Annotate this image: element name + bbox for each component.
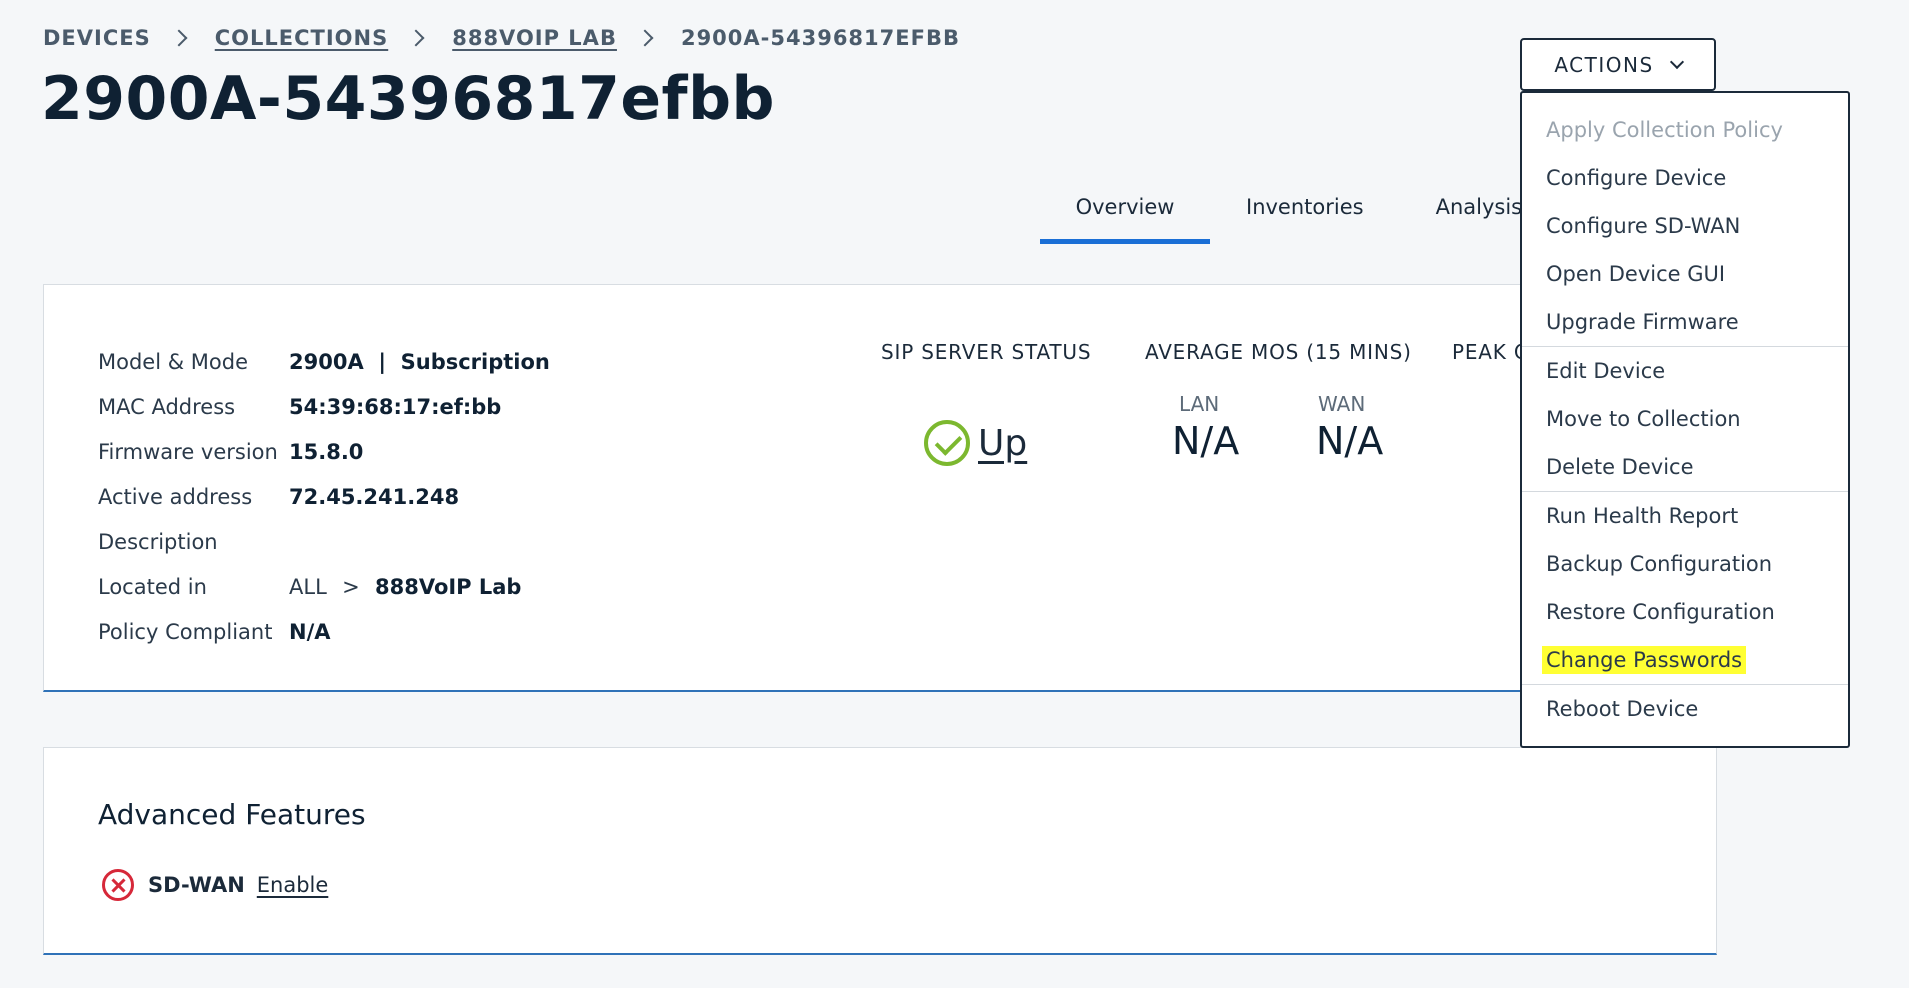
breadcrumb-lab-link[interactable]: 888VOIP LAB (452, 26, 617, 50)
prop-row-firmware: Firmware version 15.8.0 (98, 429, 550, 474)
menu-item-upgrade-firmware[interactable]: Upgrade Firmware (1522, 298, 1848, 346)
actions-button[interactable]: ACTIONS (1520, 38, 1716, 91)
located-value-group: ALL > 888VoIP Lab (289, 575, 521, 599)
menu-item-configure-device[interactable]: Configure Device (1522, 154, 1848, 202)
prop-row-address: Active address 72.45.241.248 (98, 474, 550, 519)
sdwan-enable-link[interactable]: Enable (257, 873, 329, 897)
tab-bar: Overview Inventories Analysis (1040, 188, 1558, 244)
device-properties: Model & Mode 2900A | Subscription MAC Ad… (98, 339, 550, 654)
sip-status: Up (924, 420, 1027, 466)
advanced-features-title: Advanced Features (98, 798, 366, 831)
chevron-down-icon (1669, 54, 1684, 69)
change-passwords-label: Change Passwords (1542, 646, 1747, 674)
located-value: 888VoIP Lab (375, 574, 522, 599)
chevron-right-icon (170, 29, 188, 47)
mos-heading: AVERAGE MOS (15 MINS) (1145, 340, 1412, 364)
menu-item-edit-device[interactable]: Edit Device (1522, 347, 1848, 395)
menu-item-move-to-collection[interactable]: Move to Collection (1522, 395, 1848, 443)
sip-status-heading: SIP SERVER STATUS (881, 340, 1092, 364)
menu-item-open-device-gui[interactable]: Open Device GUI (1522, 250, 1848, 298)
menu-item-reboot-device[interactable]: Reboot Device (1522, 685, 1848, 733)
page-title: 2900A-54396817efbb (41, 64, 776, 134)
model-value: 2900A | Subscription (289, 349, 550, 374)
located-root: ALL (289, 574, 327, 599)
sip-status-link[interactable]: Up (978, 423, 1027, 464)
prop-row-policy: Policy Compliant N/A (98, 609, 550, 654)
sdwan-label: SD-WAN (148, 873, 245, 897)
prop-row-description: Description (98, 519, 550, 564)
menu-group-configure: Apply Collection Policy Configure Device… (1522, 106, 1848, 347)
check-circle-icon (924, 420, 970, 466)
actions-menu: Apply Collection Policy Configure Device… (1520, 91, 1850, 748)
peak-heading: PEAK C (1452, 340, 1529, 364)
menu-item-configure-sdwan[interactable]: Configure SD-WAN (1522, 202, 1848, 250)
breadcrumb: DEVICES COLLECTIONS 888VOIP LAB 2900A-54… (43, 26, 960, 50)
breadcrumb-current: 2900A-54396817EFBB (680, 26, 960, 50)
menu-item-apply-collection-policy: Apply Collection Policy (1546, 118, 1783, 142)
chevron-right-icon (407, 29, 425, 47)
menu-item-backup-configuration[interactable]: Backup Configuration (1522, 540, 1848, 588)
model-label: Model & Mode (98, 349, 248, 374)
sdwan-feature: SD-WAN Enable (102, 869, 328, 901)
located-separator: > (342, 574, 360, 599)
menu-group-manage: Edit Device Move to Collection Delete De… (1522, 347, 1848, 492)
menu-group-power: Reboot Device (1522, 685, 1848, 733)
wan-label: WAN (1318, 392, 1366, 416)
tab-overview[interactable]: Overview (1040, 188, 1210, 244)
menu-group-maintenance: Run Health Report Backup Configuration R… (1522, 492, 1848, 685)
prop-row-mac: MAC Address 54:39:68:17:ef:bb (98, 384, 550, 429)
located-label: Located in (98, 574, 207, 599)
menu-item-delete-device[interactable]: Delete Device (1522, 443, 1848, 491)
breadcrumb-collections-link[interactable]: COLLECTIONS (215, 26, 388, 50)
policy-label: Policy Compliant (98, 619, 273, 644)
x-circle-icon (102, 869, 134, 901)
firmware-value: 15.8.0 (289, 439, 364, 464)
address-label: Active address (98, 484, 253, 509)
breadcrumb-devices: DEVICES (43, 26, 151, 50)
menu-item-restore-configuration[interactable]: Restore Configuration (1522, 588, 1848, 636)
menu-item-change-passwords[interactable]: Change Passwords (1522, 636, 1848, 684)
device-info-card: Model & Mode 2900A | Subscription MAC Ad… (43, 284, 1717, 692)
address-value: 72.45.241.248 (289, 484, 460, 509)
wan-mos-value: N/A (1316, 419, 1384, 463)
mac-value: 54:39:68:17:ef:bb (289, 394, 502, 419)
advanced-features-card: Advanced Features SD-WAN Enable (43, 747, 1717, 955)
description-label: Description (98, 529, 218, 554)
menu-item-run-health-report[interactable]: Run Health Report (1522, 492, 1848, 540)
prop-row-model: Model & Mode 2900A | Subscription (98, 339, 550, 384)
lan-mos-value: N/A (1172, 419, 1240, 463)
tab-inventories[interactable]: Inventories (1210, 188, 1400, 244)
lan-label: LAN (1179, 392, 1220, 416)
actions-label: ACTIONS (1554, 52, 1654, 77)
prop-row-located: Located in ALL > 888VoIP Lab (98, 564, 550, 609)
policy-value: N/A (289, 619, 331, 644)
chevron-right-icon (636, 29, 654, 47)
mac-label: MAC Address (98, 394, 236, 419)
firmware-label: Firmware version (98, 439, 278, 464)
